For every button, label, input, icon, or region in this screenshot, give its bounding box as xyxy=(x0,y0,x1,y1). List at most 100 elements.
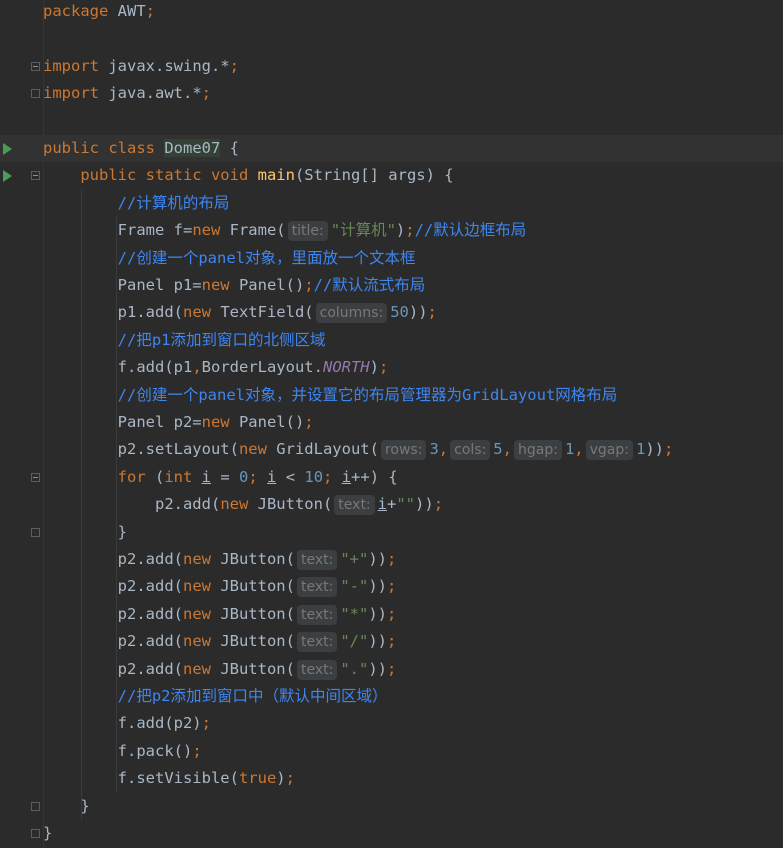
code-text: //把p2添加到窗口中（默认中间区域） xyxy=(43,683,388,710)
code-token: java.awt.* xyxy=(99,84,202,103)
code-token: f.setVisible( xyxy=(43,769,239,788)
code-line[interactable]: Panel p1=new Panel();//默认流式布局 xyxy=(0,272,783,299)
code-token: ; xyxy=(201,84,211,103)
run-class-icon[interactable] xyxy=(3,143,12,155)
fold-marker-icon[interactable] xyxy=(31,61,40,71)
code-token: new xyxy=(182,577,221,596)
code-line[interactable]: f.pack(); xyxy=(0,738,783,765)
code-line[interactable]: //创建一个panel对象，里面放一个文本框 xyxy=(0,245,783,272)
fold-marker-icon[interactable] xyxy=(31,171,40,181)
code-token: ) xyxy=(369,358,379,377)
code-line[interactable]: //把p2添加到窗口中（默认中间区域） xyxy=(0,683,783,710)
code-line[interactable]: p1.add(new TextField(columns: 50)); xyxy=(0,299,783,326)
code-line[interactable]: package AWT; xyxy=(0,0,783,25)
fold-marker-icon[interactable] xyxy=(31,801,40,811)
indent-guide xyxy=(81,189,83,820)
code-line[interactable] xyxy=(0,25,783,52)
code-line[interactable]: p2.add(new JButton(text: "+")); xyxy=(0,546,783,573)
code-token: Frame( xyxy=(229,221,286,240)
code-text: p2.add(new JButton(text: "/")); xyxy=(43,628,396,655)
code-text: //创建一个panel对象，里面放一个文本框 xyxy=(43,245,416,272)
code-token: ) xyxy=(395,221,406,240)
code-token: , xyxy=(574,440,584,459)
code-token: ; xyxy=(387,550,397,568)
fold-marker-icon[interactable] xyxy=(31,829,40,838)
code-line[interactable]: p2.add(new JButton(text: ".")); xyxy=(0,656,783,683)
code-line[interactable] xyxy=(0,108,783,135)
code-token: Frame f= xyxy=(43,221,193,240)
code-text: p2.add(new JButton(text: "+")); xyxy=(43,546,396,573)
code-line[interactable]: p2.add(new JButton(text: "*")); xyxy=(0,601,783,628)
code-token: import xyxy=(43,56,99,75)
code-token: "" xyxy=(396,495,416,514)
code-text: f.pack(); xyxy=(43,738,202,765)
code-token: new xyxy=(182,659,221,678)
code-token: ; xyxy=(323,467,342,486)
code-token: } xyxy=(43,796,90,815)
code-line[interactable]: Frame f=new Frame(title: "计算机");//默认边框布局 xyxy=(0,217,783,244)
code-token: ; xyxy=(304,276,314,294)
code-line[interactable]: for (int i = 0; i < 10; i++) { xyxy=(0,464,783,491)
code-token: ; xyxy=(248,467,268,486)
code-token: i xyxy=(341,467,352,486)
fold-marker-icon[interactable] xyxy=(31,472,40,482)
code-token: "-" xyxy=(340,577,369,596)
code-line[interactable]: p2.setLayout(new GridLayout(rows: 3, cols:… xyxy=(0,436,783,463)
code-token: { xyxy=(220,139,239,157)
code-text: p1.add(new TextField(columns: 50)); xyxy=(43,299,437,326)
code-token: Panel p1= xyxy=(43,276,202,294)
code-line[interactable]: public static void main(String[] args) { xyxy=(0,162,783,189)
code-token: )) xyxy=(368,659,387,678)
code-token: JButton( xyxy=(257,495,333,514)
code-line[interactable]: } xyxy=(0,793,783,820)
code-line[interactable]: //计算机的布局 xyxy=(0,190,783,217)
code-editor[interactable]: package AWT; import javax.swing.*; import … xyxy=(0,0,783,848)
code-token: ; xyxy=(285,769,295,788)
run-method-icon[interactable] xyxy=(3,170,12,183)
fold-marker-icon[interactable] xyxy=(31,527,40,537)
parameter-hint: text: xyxy=(296,632,338,653)
code-line[interactable]: f.add(p1,BorderLayout.NORTH); xyxy=(0,354,783,381)
code-token: Panel() xyxy=(238,276,305,294)
parameter-hint: text: xyxy=(296,659,338,680)
code-line[interactable]: import java.awt.*; xyxy=(0,80,783,107)
code-token: 5 xyxy=(493,440,503,459)
code-token: JButton( xyxy=(220,632,295,651)
code-token: public class xyxy=(43,139,165,157)
code-line[interactable]: } xyxy=(0,820,783,847)
code-token: p1.add( xyxy=(43,303,183,322)
fold-marker-icon[interactable] xyxy=(31,89,40,99)
code-token: } xyxy=(43,522,127,541)
code-token: ; xyxy=(379,358,389,377)
code-token: //创建一个panel对象，并设置它的布局管理器为GridLayout网格布局 xyxy=(117,385,618,404)
code-token: i xyxy=(267,467,277,486)
code-token: )) xyxy=(368,604,387,623)
code-token: NORTH xyxy=(322,358,370,377)
code-line[interactable]: p2.add(new JButton(text: "/")); xyxy=(0,628,783,655)
code-text: import java.awt.*; xyxy=(43,80,211,107)
code-token: new xyxy=(182,632,221,651)
code-line[interactable]: f.setVisible(true); xyxy=(0,765,783,792)
code-line[interactable]: p2.add(new JButton(text: i+"")); xyxy=(0,491,783,518)
code-line[interactable]: f.add(p2); xyxy=(0,710,783,737)
code-token: //计算机的布局 xyxy=(117,193,230,212)
code-line[interactable]: } xyxy=(0,519,783,546)
code-token: AWT xyxy=(108,2,146,20)
code-line[interactable]: //创建一个panel对象，并设置它的布局管理器为GridLayout网格布局 xyxy=(0,382,783,409)
code-token: JButton( xyxy=(220,577,295,596)
code-token: new xyxy=(238,440,277,459)
code-line[interactable]: import javax.swing.*; xyxy=(0,53,783,80)
code-token: f.pack() xyxy=(43,741,193,760)
code-line[interactable]: public class Dome07 { xyxy=(0,135,783,162)
parameter-hint: hgap: xyxy=(513,440,562,461)
code-line[interactable]: //把p1添加到窗口的北侧区域 xyxy=(0,327,783,354)
code-line[interactable]: p2.add(new JButton(text: "-")); xyxy=(0,573,783,600)
code-text: } xyxy=(43,519,127,546)
code-token: ; xyxy=(405,221,415,240)
code-line[interactable]: Panel p2=new Panel(); xyxy=(0,409,783,436)
code-text: f.add(p2); xyxy=(43,710,211,737)
